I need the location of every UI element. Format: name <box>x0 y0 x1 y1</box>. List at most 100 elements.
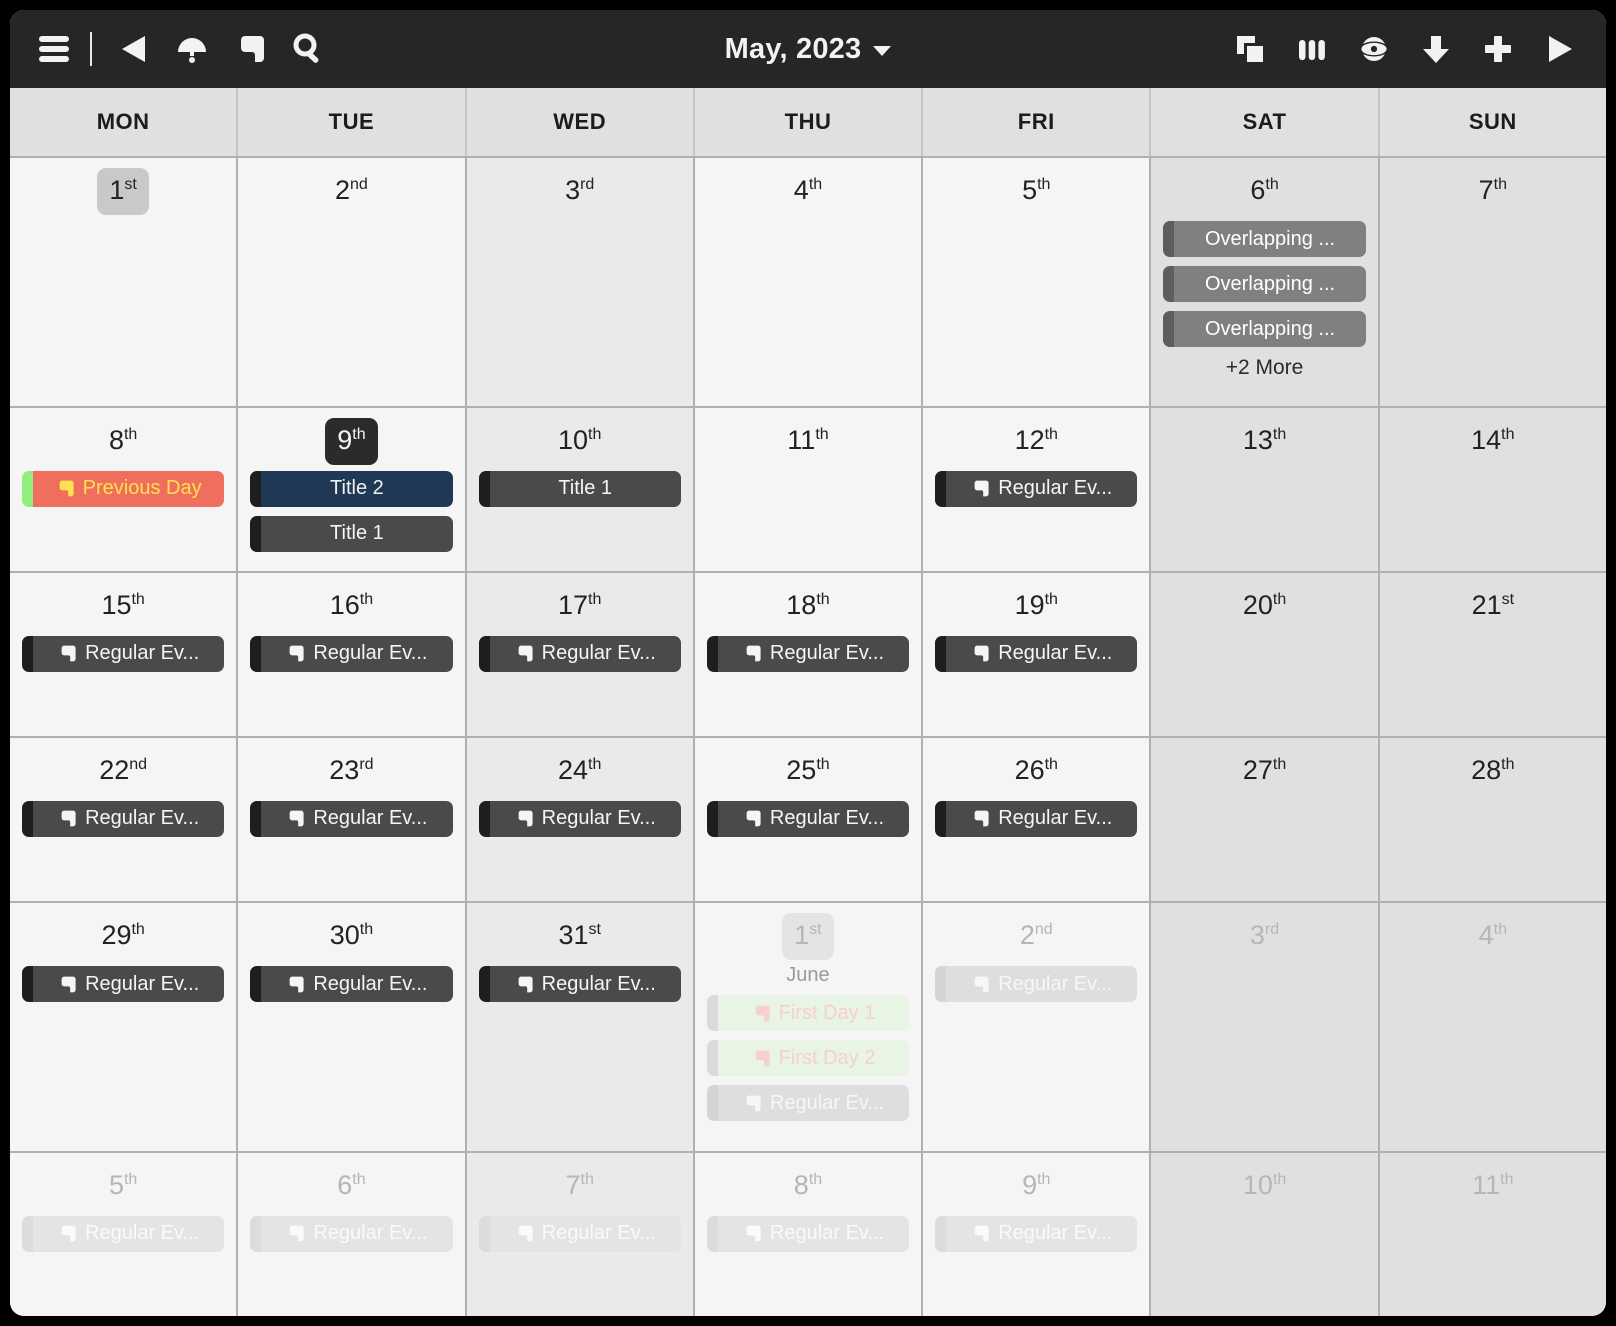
date-number[interactable]: 25th <box>774 748 841 795</box>
day-cell-wed-7[interactable]: 7th Regular Ev... <box>466 1152 695 1316</box>
date-number[interactable]: 31st <box>546 913 613 960</box>
day-cell-sat-20[interactable]: 20th <box>1151 572 1380 736</box>
calendar-event[interactable]: Regular Ev... <box>250 1215 453 1252</box>
date-number[interactable]: 20th <box>1231 583 1298 630</box>
calendar-event[interactable]: Regular Ev... <box>935 966 1138 1003</box>
calendar-event[interactable]: Regular Ev... <box>22 966 225 1003</box>
day-cell-tue-23[interactable]: 23rd Regular Ev... <box>238 737 467 902</box>
date-number[interactable]: 22nd <box>87 748 159 795</box>
day-cell-sun-21[interactable]: 21st <box>1379 572 1606 736</box>
date-number[interactable]: 10th <box>546 418 613 465</box>
day-cell-fri-19[interactable]: 19th Regular Ev... <box>923 572 1152 736</box>
day-cell-fri-12[interactable]: 12th Regular Ev... <box>923 407 1152 571</box>
date-number[interactable]: 4th <box>782 168 834 215</box>
day-cell-mon-29[interactable]: 29th Regular Ev... <box>10 903 239 1151</box>
calendar-event[interactable]: Regular Ev... <box>706 1215 910 1252</box>
calendar-event[interactable]: First Day 1 <box>706 995 910 1032</box>
calendar-event[interactable]: Regular Ev... <box>478 800 681 837</box>
date-number[interactable]: 11th <box>775 418 840 465</box>
calendar-event[interactable]: Regular Ev... <box>935 470 1138 507</box>
month-title-button[interactable]: May, 2023 <box>725 33 892 66</box>
date-number[interactable]: 6th <box>325 1163 377 1210</box>
menu-icon[interactable] <box>28 23 80 75</box>
date-number[interactable]: 14th <box>1459 418 1526 465</box>
calendar-event[interactable]: Overlapping ... <box>1163 221 1366 257</box>
calendar-event[interactable]: First Day 2 <box>706 1040 910 1077</box>
date-number[interactable]: 5th <box>97 1163 149 1210</box>
calendar-event[interactable]: Regular Ev... <box>250 800 453 837</box>
day-cell-sat-27[interactable]: 27th <box>1151 737 1380 902</box>
calendar-event[interactable]: Regular Ev... <box>22 1215 225 1252</box>
layers-icon[interactable] <box>1224 23 1276 75</box>
next-icon[interactable] <box>1534 23 1586 75</box>
date-number[interactable]: 19th <box>1003 583 1070 630</box>
search-icon[interactable] <box>282 23 334 75</box>
date-number[interactable]: 13th <box>1231 418 1298 465</box>
date-number[interactable]: 15th <box>89 583 156 630</box>
day-cell-wed-10[interactable]: 10th Title 1 <box>466 407 695 571</box>
day-cell-wed-24[interactable]: 24th Regular Ev... <box>466 737 695 902</box>
calendar-event[interactable]: Regular Ev... <box>22 800 225 837</box>
day-cell-tue-6[interactable]: 6th Regular Ev... <box>238 1152 467 1316</box>
day-cell-mon-15[interactable]: 15th Regular Ev... <box>10 572 239 736</box>
day-cell-mon-8[interactable]: 8th Previous Day <box>10 407 239 571</box>
day-cell-mon-5[interactable]: 5th Regular Ev... <box>10 1152 239 1316</box>
day-cell-sun-14[interactable]: 14th <box>1379 407 1606 571</box>
date-number[interactable]: 21st <box>1460 583 1527 630</box>
date-number[interactable]: 7th <box>554 1163 606 1210</box>
calendar-event[interactable]: Previous Day <box>22 470 225 507</box>
date-number[interactable]: 11th <box>1460 1163 1525 1210</box>
day-cell-fri-2[interactable]: 2nd Regular Ev... <box>923 903 1152 1151</box>
date-number[interactable]: 8th <box>782 1163 834 1210</box>
day-cell-wed-3[interactable]: 3rd <box>466 158 695 406</box>
calendar-event[interactable]: Regular Ev... <box>935 1215 1138 1252</box>
calendar-event[interactable]: Overlapping ... <box>1163 311 1366 347</box>
day-cell-thu-4[interactable]: 4th <box>694 158 924 406</box>
day-cell-sun-7[interactable]: 7th <box>1379 158 1606 406</box>
date-number[interactable]: 17th <box>546 583 613 630</box>
date-number[interactable]: 29th <box>89 913 156 960</box>
date-number[interactable]: 5th <box>1010 168 1062 215</box>
date-number[interactable]: 9th <box>1010 1163 1062 1210</box>
day-cell-wed-17[interactable]: 17th Regular Ev... <box>466 572 695 736</box>
calendar-event[interactable]: Regular Ev... <box>706 635 910 672</box>
calendar-event[interactable]: Regular Ev... <box>706 800 910 837</box>
day-cell-thu-25[interactable]: 25th Regular Ev... <box>694 737 924 902</box>
date-number[interactable]: 24th <box>546 748 613 795</box>
download-icon[interactable] <box>1410 23 1462 75</box>
day-cell-thu-1[interactable]: 1st June First Day 1 First Day 2 Regular Ev.… <box>694 903 924 1151</box>
eye-icon[interactable] <box>1348 23 1400 75</box>
calendar-event[interactable]: Regular Ev... <box>250 635 453 672</box>
day-cell-thu-18[interactable]: 18th Regular Ev... <box>694 572 924 736</box>
event-icon[interactable] <box>224 23 276 75</box>
date-number[interactable]: 2nd <box>323 168 380 215</box>
calendar-event[interactable]: Regular Ev... <box>706 1085 910 1122</box>
date-number[interactable]: 7th <box>1467 168 1519 215</box>
date-number[interactable]: 6th <box>1238 168 1290 215</box>
date-number[interactable]: 26th <box>1003 748 1070 795</box>
calendar-event[interactable]: Regular Ev... <box>250 966 453 1003</box>
day-cell-fri-26[interactable]: 26th Regular Ev... <box>923 737 1152 902</box>
calendar-event[interactable]: Regular Ev... <box>478 635 681 672</box>
calendar-event[interactable]: Title 1 <box>478 470 681 507</box>
calendar-event[interactable]: Overlapping ... <box>1163 266 1366 302</box>
calendar-event[interactable]: Regular Ev... <box>935 635 1138 672</box>
date-number[interactable]: 10th <box>1231 1163 1298 1210</box>
day-cell-wed-31[interactable]: 31st Regular Ev... <box>466 903 695 1151</box>
day-cell-sat-3[interactable]: 3rd <box>1151 903 1380 1151</box>
calendar-event[interactable]: Title 2 <box>250 470 453 507</box>
date-number[interactable]: 2nd <box>1008 913 1065 960</box>
day-cell-fri-9[interactable]: 9th Regular Ev... <box>923 1152 1152 1316</box>
columns-icon[interactable] <box>1286 23 1338 75</box>
day-cell-sun-11[interactable]: 11th <box>1379 1152 1606 1316</box>
day-cell-sat-10[interactable]: 10th <box>1151 1152 1380 1316</box>
date-number[interactable]: 16th <box>318 583 385 630</box>
date-number[interactable]: 28th <box>1459 748 1526 795</box>
date-number[interactable]: 12th <box>1003 418 1070 465</box>
day-cell-sat-6[interactable]: 6th Overlapping ... Overlapping ... Overlap… <box>1151 158 1380 406</box>
calendar-event[interactable]: Regular Ev... <box>22 635 225 672</box>
calendar-event[interactable]: Title 1 <box>250 515 453 552</box>
day-cell-tue-9[interactable]: 9th Title 2 Title 1 <box>238 407 467 571</box>
calendar-event[interactable]: Regular Ev... <box>478 1215 681 1252</box>
day-cell-thu-11[interactable]: 11th <box>694 407 924 571</box>
